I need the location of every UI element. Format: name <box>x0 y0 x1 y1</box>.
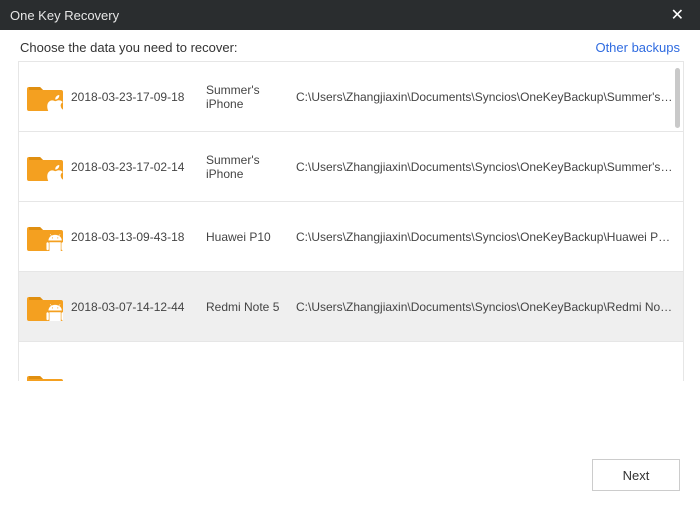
choose-prompt: Choose the data you need to recover: <box>20 40 238 55</box>
backup-date: 2018-03-23-17-02-14 <box>71 160 206 174</box>
window-title: One Key Recovery <box>10 8 119 23</box>
backup-list-container: 2018-03-23-17-09-18Summer's iPhoneC:\Use… <box>0 61 700 447</box>
backup-row-partial[interactable] <box>19 342 683 380</box>
backup-list: 2018-03-23-17-09-18Summer's iPhoneC:\Use… <box>18 61 684 381</box>
backup-device: Huawei P10 <box>206 230 296 244</box>
apple-folder-icon <box>27 153 63 181</box>
backup-path: C:\Users\Zhangjiaxin\Documents\Syncios\O… <box>296 300 673 314</box>
backup-row[interactable]: 2018-03-23-17-09-18Summer's iPhoneC:\Use… <box>19 62 683 132</box>
backup-date: 2018-03-23-17-09-18 <box>71 90 206 104</box>
backup-device: Summer's iPhone <box>206 83 296 111</box>
backup-date: 2018-03-13-09-43-18 <box>71 230 206 244</box>
footer: Next <box>0 447 700 507</box>
backup-date: 2018-03-07-14-12-44 <box>71 300 206 314</box>
next-button[interactable]: Next <box>592 459 680 491</box>
backup-row[interactable]: 2018-03-07-14-12-44Redmi Note 5C:\Users\… <box>19 272 683 342</box>
android-folder-icon <box>27 372 63 381</box>
backup-path: C:\Users\Zhangjiaxin\Documents\Syncios\O… <box>296 90 673 104</box>
backup-device: Summer's iPhone <box>206 153 296 181</box>
backup-row[interactable]: 2018-03-23-17-02-14Summer's iPhoneC:\Use… <box>19 132 683 202</box>
backup-device: Redmi Note 5 <box>206 300 296 314</box>
scrollbar-thumb[interactable] <box>675 68 680 128</box>
recovery-window: One Key Recovery ✕ Choose the data you n… <box>0 0 700 507</box>
apple-folder-icon <box>27 83 63 111</box>
android-folder-icon <box>27 223 63 251</box>
backup-path: C:\Users\Zhangjiaxin\Documents\Syncios\O… <box>296 230 673 244</box>
close-icon[interactable]: ✕ <box>665 3 690 27</box>
backup-path: C:\Users\Zhangjiaxin\Documents\Syncios\O… <box>296 160 673 174</box>
backup-row[interactable]: 2018-03-13-09-43-18Huawei P10C:\Users\Zh… <box>19 202 683 272</box>
titlebar: One Key Recovery ✕ <box>0 0 700 30</box>
android-folder-icon <box>27 293 63 321</box>
other-backups-link[interactable]: Other backups <box>595 40 680 55</box>
subheader: Choose the data you need to recover: Oth… <box>0 30 700 61</box>
